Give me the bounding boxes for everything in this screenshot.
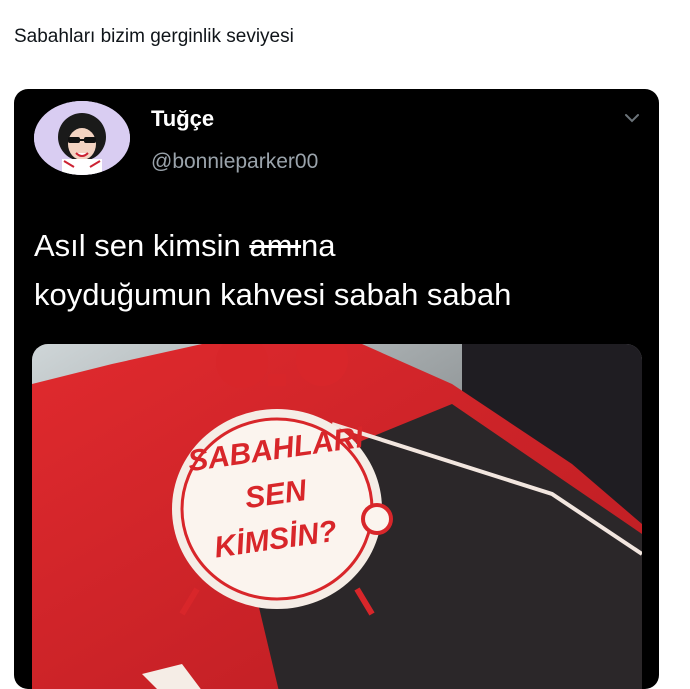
coffee-package-photo: SABAHLARI SEN KİMSİN? (32, 344, 642, 689)
tweet-text-line-1: Asıl sen kimsin amına (34, 228, 336, 263)
embedded-tweet-card[interactable]: Tuğçe @bonnieparker00 Asıl sen kimsin am… (14, 89, 659, 689)
tweet-text-line-2: koyduğumun kahvesi sabah sabah (34, 277, 512, 312)
redacted-word: amı (249, 228, 302, 263)
tweet-media-image[interactable]: SABAHLARI SEN KİMSİN? (32, 344, 642, 689)
author-handle[interactable]: @bonnieparker00 (151, 150, 318, 174)
chevron-down-icon[interactable] (621, 107, 643, 129)
avatar-cartoon-girl-sunglasses-icon (34, 101, 130, 175)
post-caption: Sabahları bizim gerginlik seviyesi (14, 26, 294, 47)
tweet-text: Asıl sen kimsin amına koyduğumun kahvesi… (34, 221, 645, 319)
avatar[interactable] (34, 101, 130, 175)
author-display-name[interactable]: Tuğçe (151, 106, 214, 132)
